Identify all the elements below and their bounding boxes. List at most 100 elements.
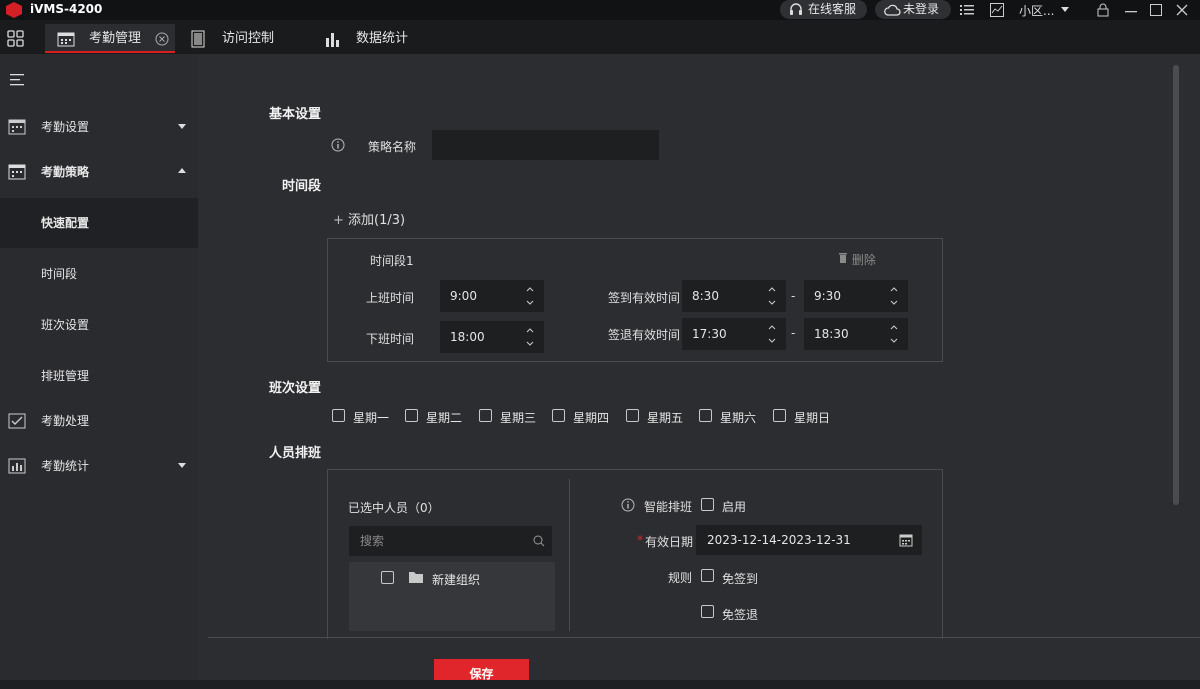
sidebar-item-quick-config[interactable]: 快速配置	[0, 198, 198, 248]
sidebar-item-label: 考勤统计	[41, 459, 90, 473]
no-checkout-checkbox[interactable]	[701, 605, 714, 618]
work-start-value: 9:00	[450, 289, 477, 303]
checkbox-icon[interactable]	[699, 409, 712, 422]
title-bar: iVMS-4200 在线客服 未登录 小区...	[0, 0, 1200, 20]
calendar-icon[interactable]	[899, 533, 913, 547]
scrollbar[interactable]	[1173, 65, 1179, 505]
checkin-from-value: 8:30	[692, 289, 719, 303]
selected-people-label: 已选中人员（0）	[348, 501, 440, 515]
valid-date-input[interactable]: 2023-12-14-2023-12-31	[696, 525, 922, 555]
checkout-from-value: 17:30	[692, 327, 727, 341]
no-checkin-checkbox[interactable]	[701, 569, 714, 582]
work-start-input[interactable]: 9:00	[440, 280, 544, 312]
minimize-icon[interactable]	[1124, 3, 1138, 17]
search-placeholder: 搜索	[360, 534, 385, 548]
sidebar-item-time-period[interactable]: 时间段	[0, 249, 198, 299]
checkout-valid-label: 签退有效时间	[608, 328, 681, 342]
time-slot-title: 时间段1	[370, 254, 414, 268]
people-search-input[interactable]: 搜索	[349, 526, 552, 556]
sidebar-item-label: 排班管理	[41, 369, 90, 383]
bar-chart-icon	[326, 33, 339, 47]
add-period-button[interactable]: + 添加(1/3)	[333, 209, 405, 228]
checkbox-icon[interactable]	[381, 571, 394, 584]
sidebar-item-label: 考勤策略	[41, 165, 90, 179]
day-label: 星期三	[500, 411, 537, 425]
main-content: 基本设置 策略名称 时间段 + 添加(1/3) 时间段1 删除 上班时间 9:0…	[198, 55, 1200, 681]
org-label: 新建组织	[432, 573, 481, 587]
checkin-to-value: 9:30	[814, 289, 841, 303]
online-support-label: 在线客服	[808, 2, 857, 16]
sidebar-item-attendance-settings[interactable]: 考勤设置	[0, 103, 198, 151]
close-icon[interactable]	[1175, 3, 1189, 17]
checkout-to-value: 18:30	[814, 327, 849, 341]
sidebar-item-label: 时间段	[41, 267, 78, 281]
tab-access-control[interactable]: 访问控制	[178, 24, 298, 53]
spinner-arrows-icon[interactable]	[890, 286, 898, 306]
work-end-input[interactable]: 18:00	[440, 321, 544, 353]
lock-icon[interactable]	[1096, 3, 1110, 17]
sidebar-item-attendance-processing[interactable]: 考勤处理	[0, 397, 198, 445]
sidebar-item-label: 班次设置	[41, 318, 90, 332]
checkin-valid-label: 签到有效时间	[608, 291, 681, 305]
work-start-label: 上班时间	[366, 291, 415, 305]
policy-name-label: 策略名称	[368, 140, 417, 154]
checkbox-icon[interactable]	[626, 409, 639, 422]
maximize-icon[interactable]	[1149, 3, 1163, 17]
sidebar-item-label: 考勤处理	[41, 414, 90, 428]
sidebar-item-attendance-policy[interactable]: 考勤策略	[0, 148, 198, 196]
spinner-arrows-icon[interactable]	[768, 286, 776, 306]
calendar-icon	[8, 164, 26, 180]
enable-checkbox[interactable]	[701, 498, 714, 511]
tab-access-control-label: 访问控制	[222, 31, 275, 46]
door-icon	[191, 30, 205, 48]
checkbox-icon[interactable]	[552, 409, 565, 422]
app-logo-icon	[6, 2, 22, 18]
checkout-from-input[interactable]: 17:30	[682, 318, 786, 350]
spinner-arrows-icon[interactable]	[768, 324, 776, 344]
calendar-icon	[8, 119, 26, 135]
work-end-label: 下班时间	[366, 332, 415, 346]
day-label: 星期二	[426, 411, 463, 425]
user-dropdown-icon[interactable]	[1061, 7, 1069, 12]
grid-menu-icon[interactable]	[7, 30, 25, 48]
delete-label: 删除	[851, 253, 876, 267]
people-schedule-title: 人员排班	[269, 446, 322, 461]
checkbox-icon[interactable]	[479, 409, 492, 422]
tab-statistics[interactable]: 数据统计	[312, 24, 432, 53]
plus-icon: +	[333, 213, 344, 228]
checkbox-icon[interactable]	[773, 409, 786, 422]
delete-slot-button[interactable]: 删除	[838, 251, 876, 268]
monitor-icon[interactable]	[990, 3, 1004, 17]
save-button[interactable]: 保存	[434, 659, 529, 681]
checkin-to-input[interactable]: 9:30	[804, 280, 908, 312]
no-checkout-label: 免签退	[722, 608, 759, 622]
login-status-button[interactable]: 未登录	[875, 0, 951, 19]
sidebar-item-attendance-statistics[interactable]: 考勤统计	[0, 442, 198, 490]
add-period-label: 添加(1/3)	[348, 213, 406, 228]
tab-attendance[interactable]: 考勤管理	[45, 24, 175, 53]
checkbox-icon[interactable]	[332, 409, 345, 422]
enable-label: 启用	[722, 500, 747, 514]
checkbox-icon[interactable]	[405, 409, 418, 422]
chevron-down-icon	[178, 124, 186, 129]
policy-name-input[interactable]	[432, 130, 659, 160]
hamburger-menu-icon[interactable]	[10, 74, 24, 86]
day-label: 星期六	[720, 411, 757, 425]
chevron-down-icon	[178, 463, 186, 468]
sidebar-item-shift-settings[interactable]: 班次设置	[0, 300, 198, 350]
list-icon[interactable]	[960, 3, 974, 17]
tab-close-icon[interactable]	[155, 32, 169, 46]
spinner-arrows-icon[interactable]	[890, 324, 898, 344]
sidebar-item-schedule-management[interactable]: 排班管理	[0, 351, 198, 401]
user-label[interactable]: 小区...	[1019, 2, 1054, 19]
range-dash: -	[791, 326, 796, 340]
online-support-button[interactable]: 在线客服	[780, 0, 867, 19]
search-icon[interactable]	[533, 535, 545, 547]
spinner-arrows-icon[interactable]	[526, 286, 534, 306]
time-period-title: 时间段	[282, 179, 322, 194]
checkout-to-input[interactable]: 18:30	[804, 318, 908, 350]
spinner-arrows-icon[interactable]	[526, 327, 534, 347]
checkin-from-input[interactable]: 8:30	[682, 280, 786, 312]
valid-date-label: 有效日期	[645, 535, 694, 549]
tab-bar: 考勤管理 访问控制 数据统计	[0, 20, 1200, 55]
